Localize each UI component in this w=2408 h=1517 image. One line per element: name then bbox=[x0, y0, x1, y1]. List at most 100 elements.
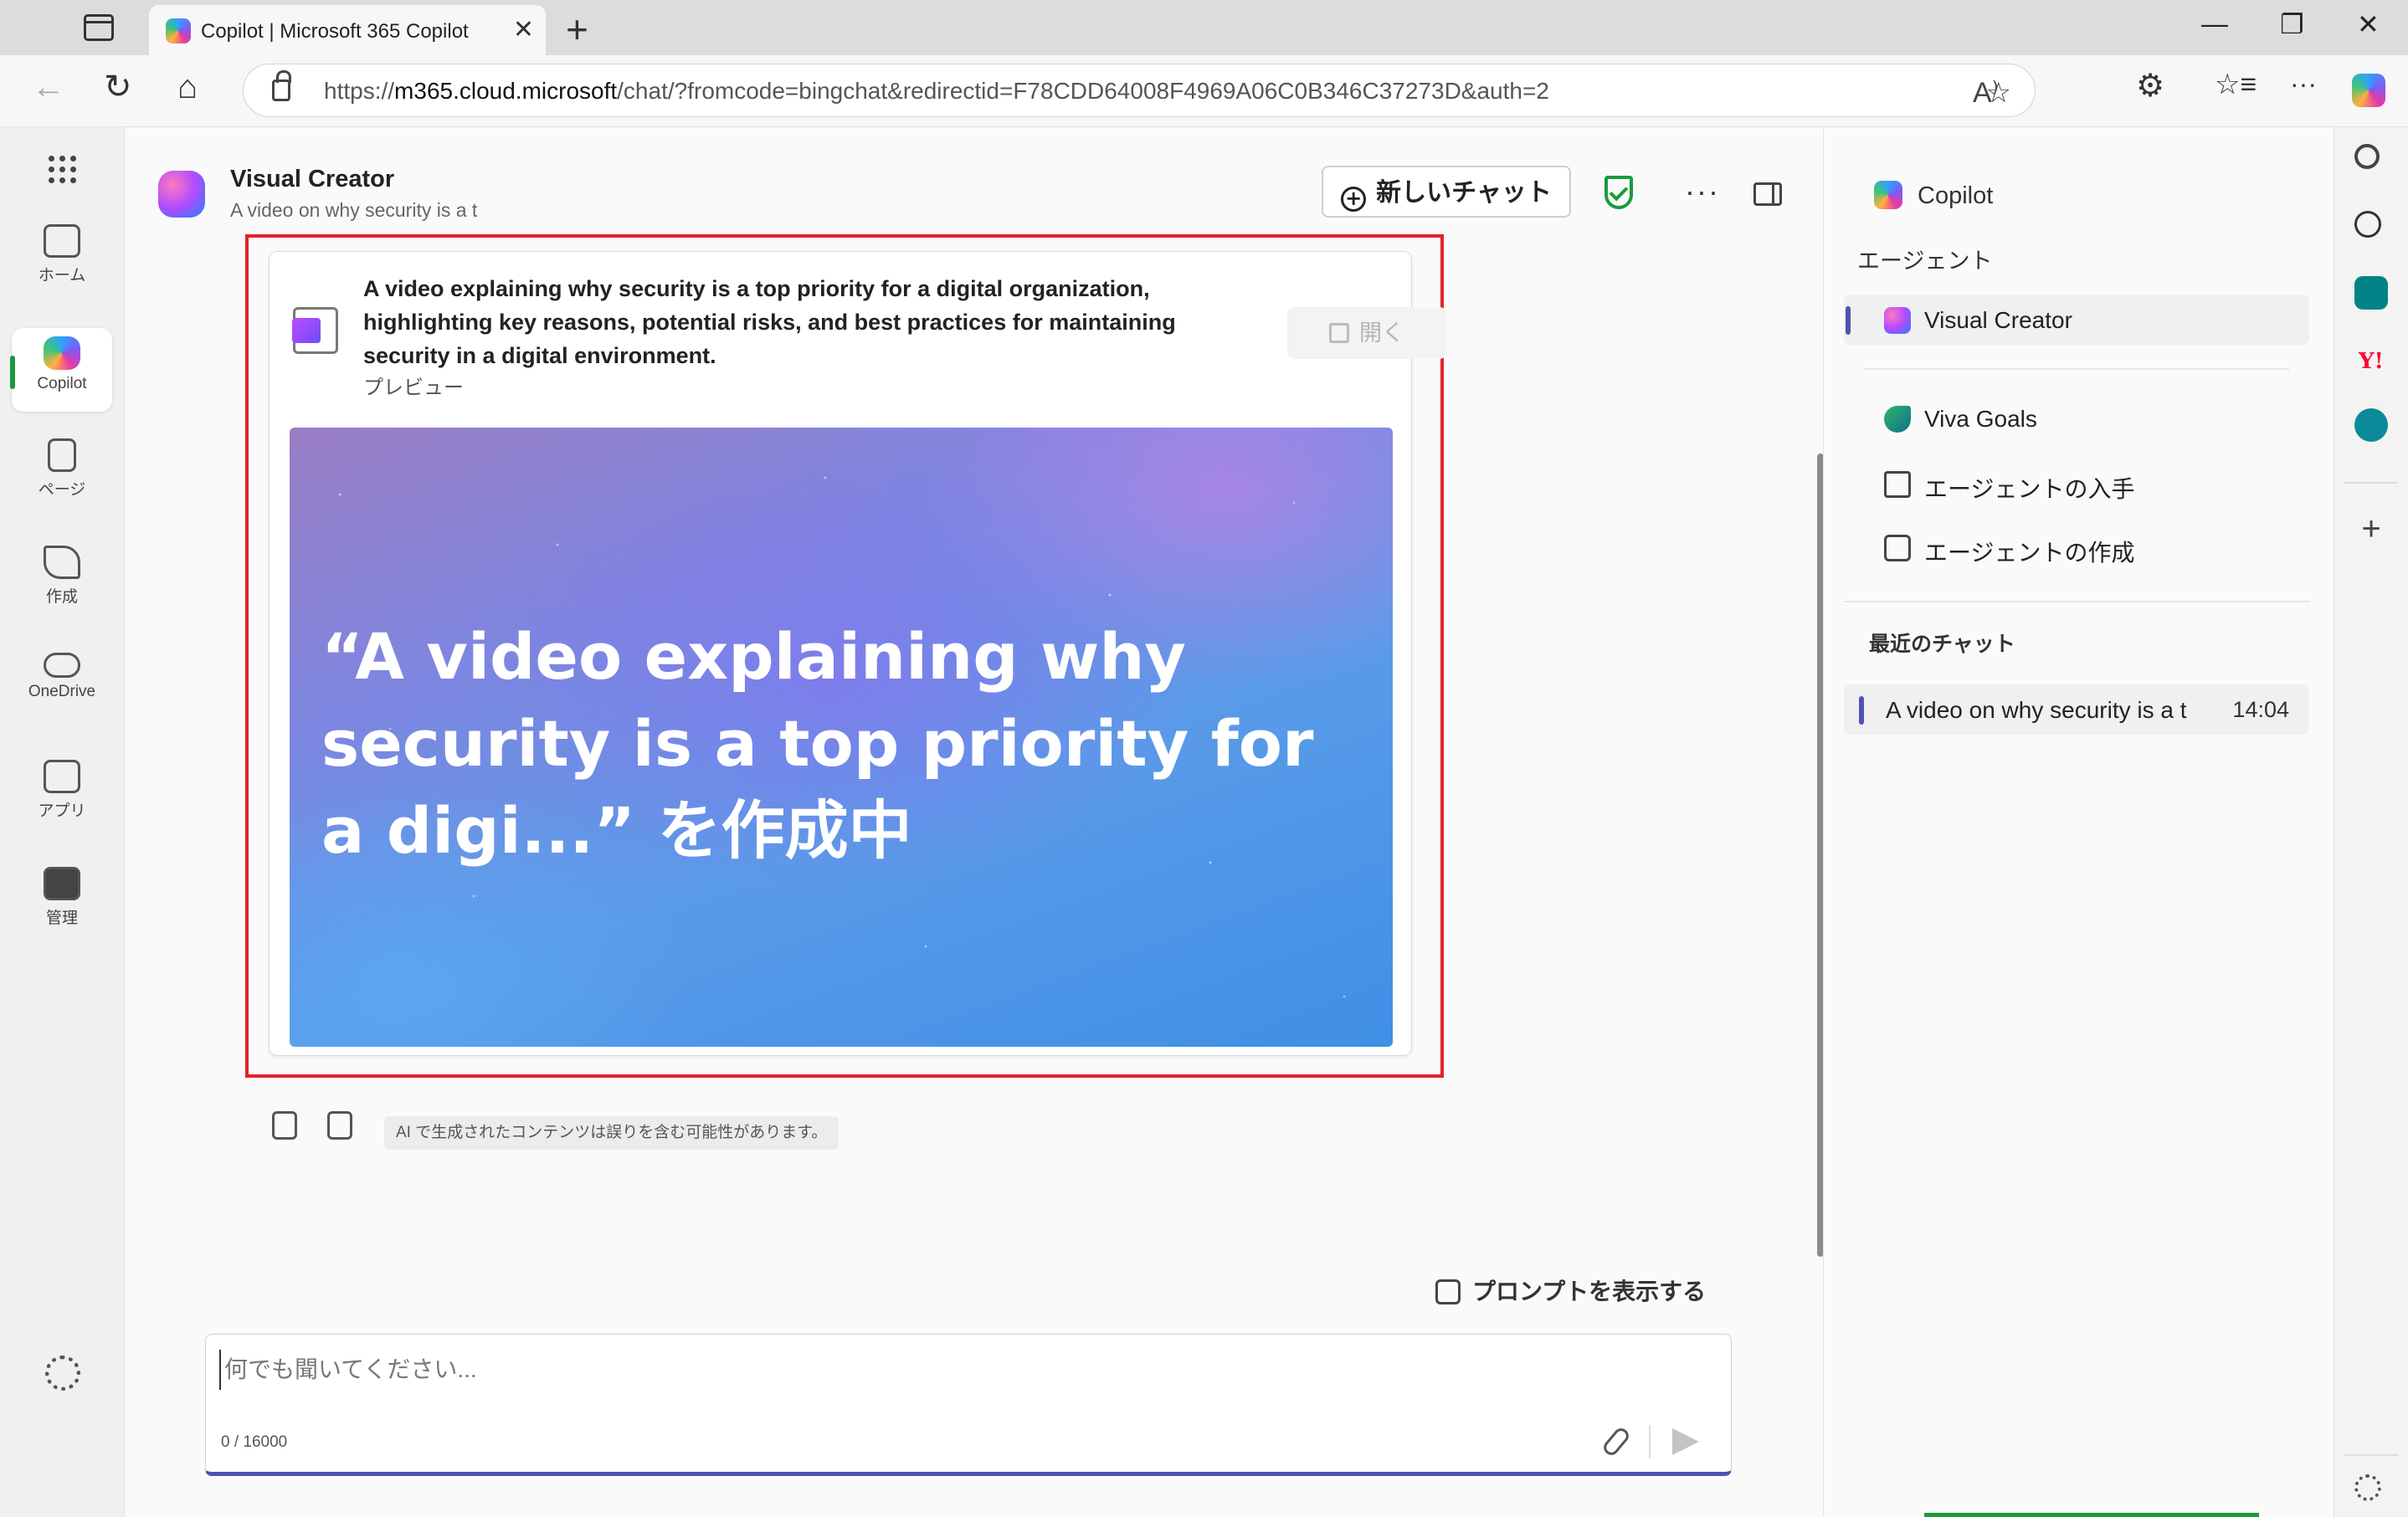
rail-item-label: 作成 bbox=[45, 588, 78, 606]
rail-item-onedrive[interactable]: OneDrive bbox=[12, 644, 112, 728]
window-minimize-button[interactable]: — bbox=[2201, 8, 2228, 39]
video-file-icon bbox=[292, 307, 338, 354]
home-icon[interactable]: ⌂ bbox=[177, 70, 198, 104]
agent-label: Viva Goals bbox=[1924, 406, 2037, 432]
active-indicator bbox=[1846, 306, 1851, 335]
add-sidebar-app-icon[interactable]: + bbox=[2354, 512, 2388, 546]
preview-label: プレビュー bbox=[363, 377, 464, 399]
chatgpt-icon[interactable] bbox=[2354, 211, 2381, 238]
back-icon[interactable]: ← bbox=[32, 70, 65, 104]
side-agent-visual-creator[interactable]: Visual Creator bbox=[1844, 295, 2309, 345]
more-options-icon[interactable]: ··· bbox=[1685, 174, 1720, 209]
rail-item-label: 管理 bbox=[45, 910, 78, 927]
favorite-star-icon[interactable]: ☆ bbox=[1986, 76, 2011, 110]
browser-tab-strip: Copilot | Microsoft 365 Copilot ✕ + — ❐ … bbox=[0, 0, 2408, 55]
home-icon bbox=[44, 224, 80, 258]
visual-creator-icon bbox=[1884, 307, 1911, 334]
divider bbox=[1864, 368, 2289, 370]
tab-title: Copilot | Microsoft 365 Copilot bbox=[201, 20, 469, 43]
rail-item-home[interactable]: ホーム bbox=[12, 216, 112, 300]
admin-icon bbox=[44, 867, 80, 900]
app-launcher-icon[interactable] bbox=[49, 156, 77, 184]
add-square-icon bbox=[1884, 535, 1911, 561]
divider bbox=[2344, 1454, 2398, 1456]
thumbs-down-icon[interactable] bbox=[327, 1111, 352, 1140]
open-external-icon bbox=[1329, 323, 1349, 343]
agents-heading: エージェント bbox=[1857, 249, 1993, 274]
skype-icon[interactable] bbox=[2354, 408, 2388, 442]
video-description: A video explaining why security is a top… bbox=[363, 276, 1176, 368]
side-get-agents[interactable]: エージェントの入手 bbox=[1844, 459, 2309, 509]
side-create-agent[interactable]: エージェントの作成 bbox=[1844, 522, 2309, 572]
character-count: 0 / 16000 bbox=[221, 1433, 288, 1451]
sidebar-settings-icon[interactable] bbox=[2354, 1474, 2381, 1501]
copilot-browser-icon[interactable] bbox=[2352, 74, 2385, 107]
recent-chat-time: 14:04 bbox=[2232, 697, 2289, 722]
rail-item-pages[interactable]: ページ bbox=[12, 430, 112, 514]
extensions-icon[interactable]: ⚙ bbox=[2136, 70, 2164, 102]
address-bar[interactable]: https://m365.cloud.microsoft/chat/?fromc… bbox=[243, 64, 2036, 117]
lock-icon[interactable] bbox=[272, 70, 291, 101]
divider bbox=[1844, 601, 2309, 602]
window-maximize-button[interactable]: ❐ bbox=[2280, 8, 2304, 40]
recent-chats-heading: 最近のチャット bbox=[1869, 633, 2015, 656]
agent-name: Visual Creator bbox=[230, 166, 395, 192]
chat-composer: 0 / 16000 bbox=[205, 1334, 1732, 1476]
side-panel-toggle-icon[interactable] bbox=[1753, 182, 1782, 206]
copilot-icon bbox=[1874, 181, 1902, 209]
rail-item-apps[interactable]: アプリ bbox=[12, 751, 112, 835]
send-icon[interactable] bbox=[1672, 1428, 1699, 1455]
new-tab-button[interactable]: + bbox=[566, 7, 588, 52]
agent-label: Visual Creator bbox=[1924, 307, 2072, 333]
recent-chat-item[interactable]: A video on why security is a t 14:04 bbox=[1844, 684, 2309, 735]
agent-label: エージェントの作成 bbox=[1924, 540, 2135, 566]
refresh-icon[interactable]: ↻ bbox=[104, 70, 132, 104]
rail-item-label: Copilot bbox=[37, 375, 87, 392]
sparkle-prompt-icon bbox=[1435, 1279, 1461, 1304]
visual-creator-logo-icon bbox=[158, 171, 205, 218]
chat-main: Visual Creator A video on why security i… bbox=[124, 127, 1824, 1517]
pen-icon bbox=[44, 546, 80, 579]
favorites-list-icon[interactable]: ☆≡ bbox=[2215, 70, 2257, 99]
rail-item-copilot[interactable]: Copilot bbox=[12, 328, 112, 412]
shield-check-icon[interactable] bbox=[1604, 176, 1633, 209]
divider bbox=[2344, 482, 2398, 484]
copilot-favicon-icon bbox=[166, 18, 191, 44]
side-agent-viva-goals[interactable]: Viva Goals bbox=[1844, 393, 2309, 443]
open-button[interactable]: 開く bbox=[1287, 307, 1446, 359]
show-prompts-button[interactable]: プロンプトを表示する bbox=[1435, 1274, 1706, 1307]
store-grid-icon bbox=[1884, 471, 1911, 498]
active-indicator bbox=[1859, 696, 1864, 725]
rail-item-label: ページ bbox=[38, 481, 86, 499]
thumbs-up-icon[interactable] bbox=[272, 1111, 297, 1140]
agent-subtitle: A video on why security is a t bbox=[230, 199, 478, 221]
rail-item-admin[interactable]: 管理 bbox=[12, 858, 112, 942]
browser-tab-copilot[interactable]: Copilot | Microsoft 365 Copilot ✕ bbox=[149, 5, 546, 55]
yahoo-icon[interactable]: Y! bbox=[2354, 345, 2388, 378]
recent-chat-label: A video on why security is a t bbox=[1886, 697, 2187, 723]
sharepoint-icon[interactable] bbox=[2354, 276, 2388, 310]
settings-gear-icon[interactable] bbox=[45, 1356, 80, 1391]
tab-actions-icon[interactable] bbox=[84, 14, 114, 41]
url-text[interactable]: https://m365.cloud.microsoft/chat/?fromc… bbox=[324, 78, 1549, 105]
chat-input[interactable] bbox=[219, 1350, 1709, 1390]
ai-disclaimer: AI で生成されたコンテンツは誤りを含む可能性があります。 bbox=[384, 1116, 839, 1150]
video-preview[interactable]: “A video explaining why security is a to… bbox=[290, 428, 1393, 1047]
rail-item-create[interactable]: 作成 bbox=[12, 537, 112, 621]
browser-toolbar: ← ↻ ⌂ https://m365.cloud.microsoft/chat/… bbox=[0, 55, 2408, 127]
search-icon[interactable] bbox=[2354, 144, 2380, 169]
app-rail: ホーム Copilot ページ 作成 OneDrive アプリ 管理 bbox=[0, 127, 124, 1517]
attach-paperclip-icon[interactable] bbox=[1600, 1425, 1632, 1458]
window-close-button[interactable]: ✕ bbox=[2357, 8, 2380, 40]
copilot-icon bbox=[44, 336, 80, 370]
side-panel-copilot-link[interactable]: Copilot bbox=[1874, 181, 1993, 210]
tab-close-icon[interactable]: ✕ bbox=[513, 15, 534, 44]
composer-divider bbox=[1649, 1425, 1651, 1458]
video-caption: “A video explaining why security is a to… bbox=[321, 619, 1314, 868]
browser-menu-icon[interactable]: ··· bbox=[2290, 70, 2317, 97]
rail-item-label: アプリ bbox=[38, 802, 86, 820]
video-preview-card: A video explaining why security is a top… bbox=[269, 251, 1446, 1056]
new-chat-button[interactable]: + 新しいチャット bbox=[1322, 166, 1571, 218]
browser-sidebar: Y! + bbox=[2334, 127, 2408, 1517]
panel-bottom-accent bbox=[1924, 1513, 2259, 1517]
